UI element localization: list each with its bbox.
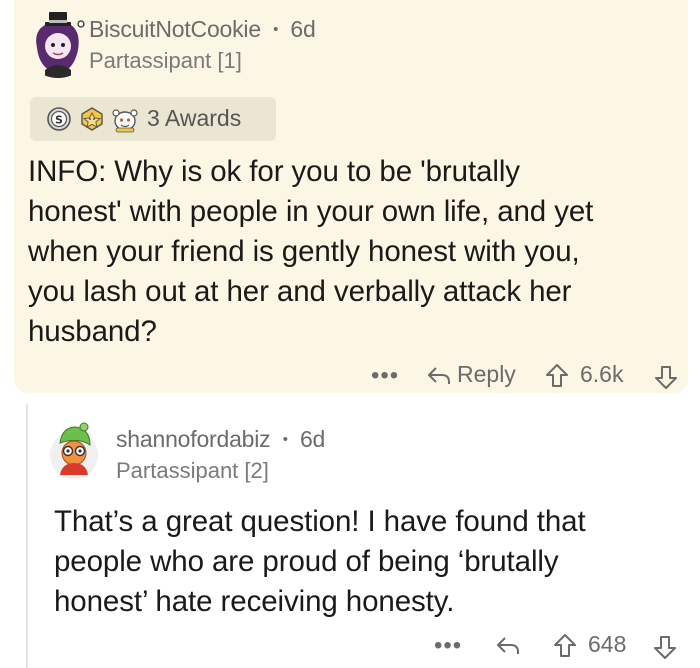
user-avatar[interactable] <box>23 8 93 78</box>
comment-line: you lash out at her and verbally attack … <box>28 275 572 308</box>
meta-separator: • <box>273 21 279 38</box>
comment-line: when your friend is gently honest with y… <box>28 235 580 268</box>
comment-line: honest' with people in your own life, an… <box>28 195 594 228</box>
svg-text:S: S <box>55 114 63 127</box>
comment-actions: ••• Reply 6.6k <box>14 356 688 396</box>
username-text[interactable]: shannofordabiz <box>116 426 271 452</box>
more-options-button[interactable]: ••• <box>371 362 399 390</box>
score: 648 <box>588 631 627 657</box>
user-flair: Partassipant [2] <box>116 458 269 483</box>
username-text[interactable]: BiscuitNotCookie <box>89 16 261 42</box>
downvote-arrow-icon[interactable] <box>654 364 678 390</box>
comment-age: 6d <box>299 426 326 452</box>
comment-actions: ••• 648 <box>0 626 700 666</box>
comment-line: INFO: Why is ok for you to be 'brutally <box>28 155 520 188</box>
upvote-arrow-icon[interactable] <box>545 363 569 389</box>
avatar-character-icon <box>36 12 85 78</box>
reply-arrow-icon[interactable] <box>495 634 521 658</box>
comment-thread: BiscuitNotCookie • 6d Partassipant [1] S <box>0 0 700 668</box>
comment-top: BiscuitNotCookie • 6d Partassipant [1] S <box>14 0 688 393</box>
user-avatar[interactable] <box>48 419 100 481</box>
reply-arrow-icon[interactable] <box>426 364 452 388</box>
avatar-character-icon <box>50 422 98 479</box>
comment-line: honest’ hate receiving honesty. <box>54 585 455 618</box>
comment-body: That’s a great question! I have found th… <box>54 502 694 622</box>
silver-award-icon: S <box>47 107 71 131</box>
comment-body: INFO: Why is ok for you to be 'brutally … <box>28 152 688 352</box>
user-flair: Partassipant [1] <box>89 48 242 73</box>
wholesome-award-icon <box>81 107 103 131</box>
awards-bar[interactable]: S 3 Awards <box>30 97 276 141</box>
comment-line: people who are proud of being ‘brutally <box>54 545 559 578</box>
more-options-button[interactable]: ••• <box>434 632 462 660</box>
comment-author[interactable]: BiscuitNotCookie • 6d <box>89 16 316 43</box>
helpful-award-icon <box>112 109 138 133</box>
score: 6.6k <box>580 361 624 387</box>
downvote-arrow-icon[interactable] <box>653 634 677 660</box>
meta-separator: • <box>282 431 288 448</box>
reply-button[interactable]: Reply <box>457 361 516 388</box>
comment-author[interactable]: shannofordabiz • 6d <box>116 426 325 453</box>
upvote-arrow-icon[interactable] <box>553 633 577 659</box>
comment-line: husband? <box>28 315 157 348</box>
awards-count: 3 Awards <box>147 105 242 131</box>
comment-line: That’s a great question! I have found th… <box>54 505 586 538</box>
comment-age: 6d <box>290 16 316 42</box>
